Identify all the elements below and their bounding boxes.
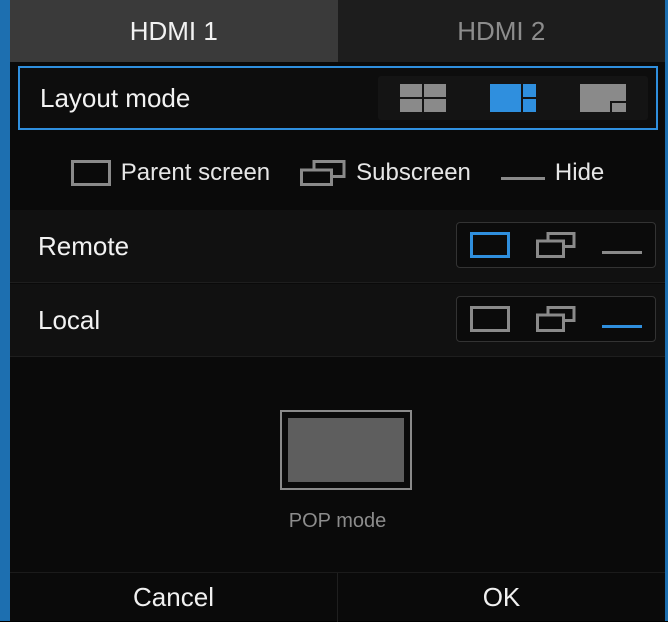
local-subscreen-option[interactable] (534, 305, 578, 333)
local-options (456, 296, 656, 342)
split-main-side-icon[interactable] (490, 84, 536, 112)
dialog-panel: HDMI 1 HDMI 2 Layout mode Parent screen … (0, 0, 668, 622)
split-four-icon[interactable] (400, 84, 446, 112)
tab-hdmi-2[interactable]: HDMI 2 (337, 0, 665, 62)
layout-preview-area: POP mode (10, 358, 665, 568)
legend-subscreen-label: Subscreen (356, 159, 471, 186)
legend-hide-label: Hide (554, 159, 605, 186)
legend-parent: Parent screen (70, 159, 271, 187)
layout-preview-frame (280, 410, 412, 490)
remote-options (456, 222, 656, 268)
layout-mode-label: Layout mode (40, 82, 191, 113)
layout-preview-screen (288, 418, 404, 482)
dialog-footer: Cancel OK (10, 572, 665, 622)
remote-row: Remote (10, 210, 665, 283)
local-parent-option[interactable] (468, 305, 512, 333)
layout-mode-row[interactable]: Layout mode (18, 66, 658, 130)
tab-hdmi-1[interactable]: HDMI 1 (10, 0, 338, 62)
legend-row: Parent screen Subscreen Hide (10, 140, 665, 206)
preview-caption: POP mode (288, 510, 387, 532)
subscreen-icon (300, 160, 346, 186)
tab-bar: HDMI 1 HDMI 2 (10, 0, 665, 62)
hide-icon (500, 177, 545, 180)
remote-subscreen-option[interactable] (534, 231, 578, 259)
cancel-button[interactable]: Cancel (10, 573, 337, 622)
pip-icon[interactable] (580, 84, 626, 112)
local-label: Local (38, 304, 101, 335)
layout-mode-options (378, 76, 648, 120)
remote-hide-option[interactable] (600, 231, 644, 259)
left-accent-edge (0, 0, 10, 621)
legend-parent-label: Parent screen (120, 159, 271, 186)
legend-subscreen: Subscreen (300, 159, 471, 187)
parent-screen-icon (70, 160, 111, 186)
remote-parent-option[interactable] (468, 231, 512, 259)
local-row: Local (10, 284, 665, 357)
local-hide-option[interactable] (600, 305, 644, 333)
legend-hide: Hide (500, 159, 605, 187)
ok-button[interactable]: OK (337, 573, 665, 622)
remote-label: Remote (38, 230, 130, 261)
